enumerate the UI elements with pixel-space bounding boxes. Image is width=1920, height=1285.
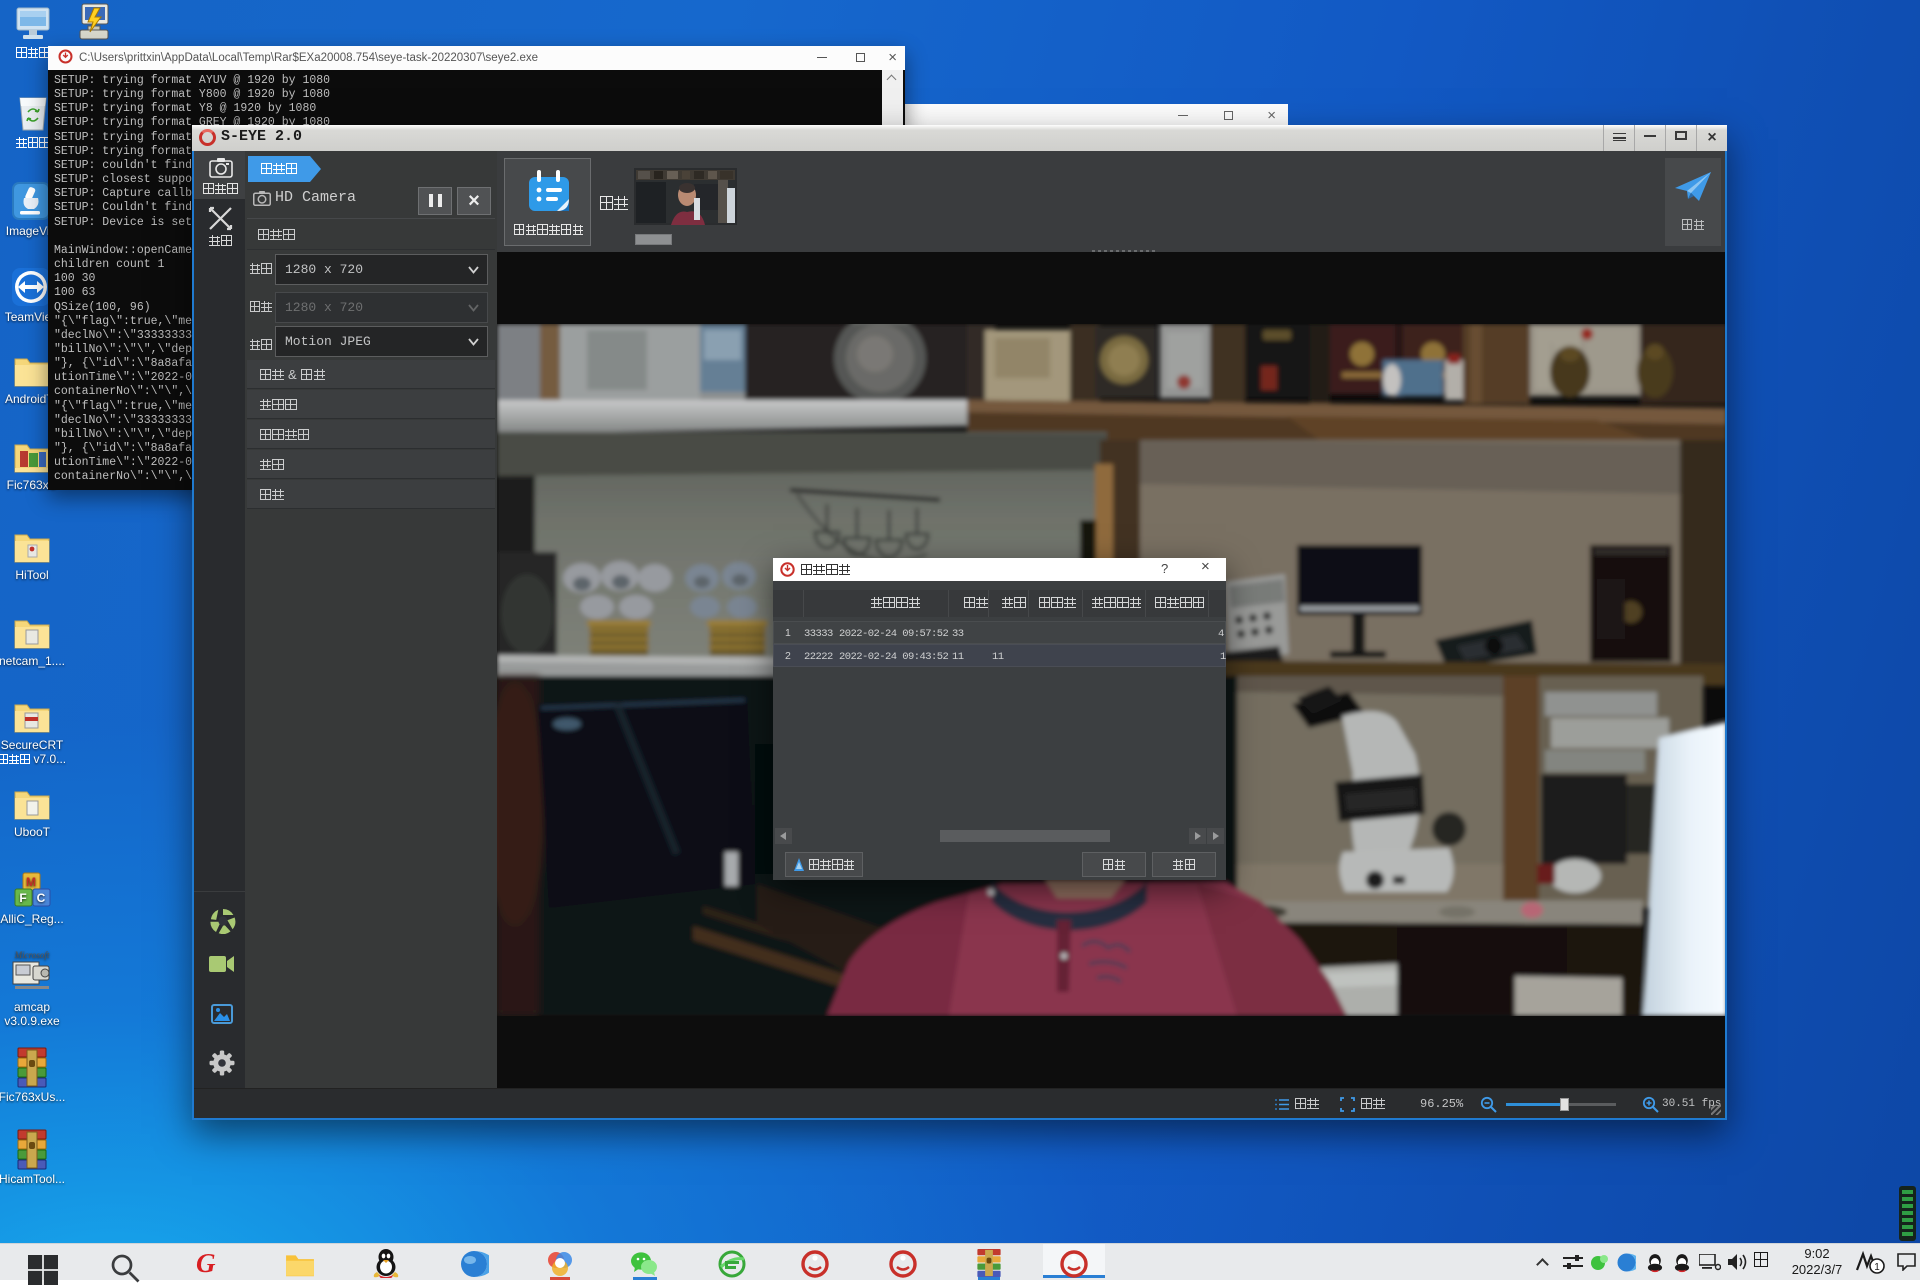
svg-text:C: C [37, 891, 46, 905]
svg-text:F: F [19, 891, 26, 905]
svg-text:1: 1 [1874, 1262, 1880, 1273]
svg-text:M: M [26, 875, 36, 889]
svg-text:Microsoft: Microsoft [14, 950, 50, 960]
